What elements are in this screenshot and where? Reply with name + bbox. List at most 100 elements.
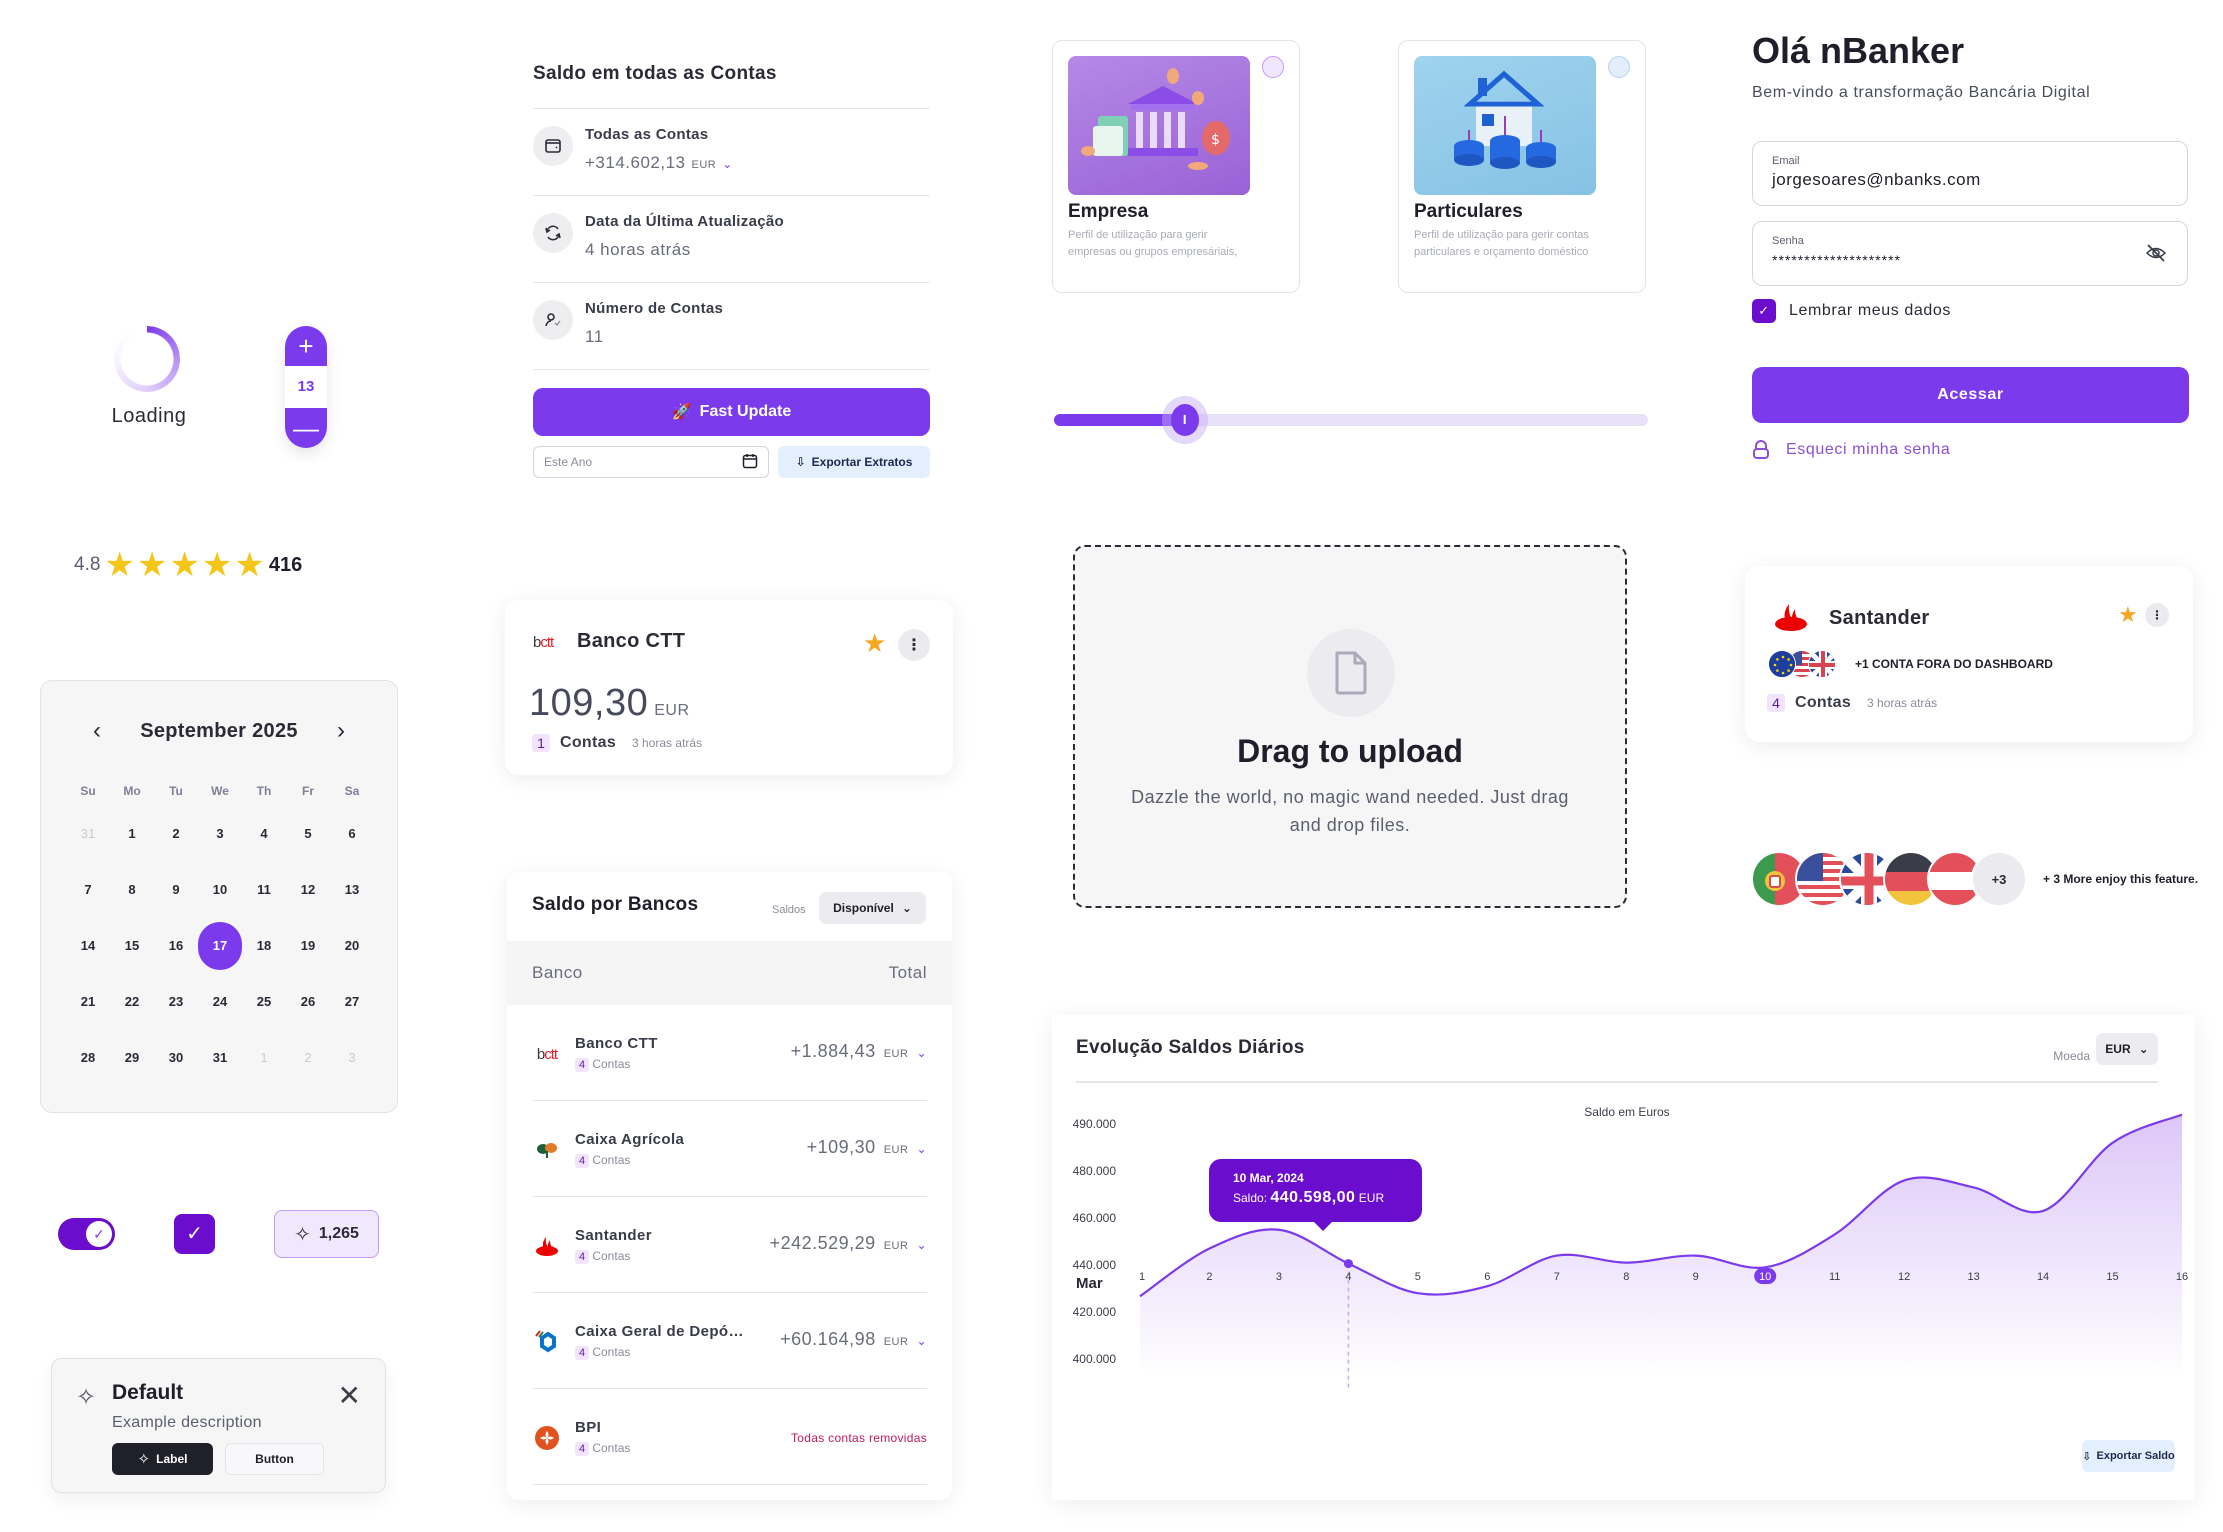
calendar-day[interactable]: 28 [66,1047,110,1103]
bank-name: Banco CTT [577,630,686,652]
day-number: 17 [198,922,242,970]
login-button[interactable]: Acessar [1752,367,2189,423]
calendar-day[interactable]: 3 [330,1047,374,1103]
secondary-button[interactable]: Button [225,1443,324,1475]
chevron-down-icon[interactable]: ⌄ [916,1046,927,1060]
profile-radio[interactable] [1262,56,1284,78]
bank-name: Santander [575,1227,652,1244]
currency: EUR [883,1048,909,1060]
quantity-stepper[interactable]: + 13 — [285,326,327,448]
export-statements-button[interactable]: ⇩ Exportar Extratos [778,446,930,478]
year-input[interactable]: Este Ano [533,446,769,478]
label-button[interactable]: ✧ Label [112,1443,213,1475]
x-tick-label: 14 [2037,1271,2049,1283]
remember-me-checkbox[interactable]: ✓ Lembrar meus dados [1752,299,1951,323]
increment-button[interactable]: + [285,326,327,366]
calendar-day[interactable]: 30 [154,1047,198,1103]
fast-update-button[interactable]: 🚀 Fast Update [533,388,930,436]
chevron-down-icon[interactable]: ⌄ [916,1334,927,1348]
x-tick-label: 16 [2176,1271,2188,1283]
tooltip-value: Saldo: 440.598,00 EUR [1233,1189,1422,1207]
accounts: 4 Contas [575,1153,630,1168]
day-number: 2 [172,826,180,841]
day-number: 1 [128,826,136,841]
year-placeholder: Este Ano [544,455,593,469]
summary-title: Saldo em todas as Contas [533,63,777,84]
accounts: 4 Contas [575,1441,630,1456]
eye-off-icon[interactable] [2145,242,2167,269]
chevron-down-icon[interactable]: ⌄ [722,157,733,171]
chevron-down-icon[interactable]: ⌄ [916,1238,927,1252]
export-balance-button[interactable]: ⇩ Exportar Saldo [2082,1440,2175,1472]
email-value[interactable]: jorgesoares@nbanks.com [1772,170,1981,190]
slider-thumb[interactable]: I [1161,396,1208,444]
forgot-password-link[interactable]: Esqueci minha senha [1752,440,1950,460]
balance-type-select[interactable]: Disponível ⌄ [819,892,926,924]
accounts-count: 4 [575,1250,589,1264]
day-number: 2 [304,1050,312,1065]
close-icon[interactable]: ✕ [338,1379,361,1412]
more-options-icon[interactable]: ⋮ [898,629,930,661]
profile-radio[interactable] [1608,56,1630,78]
range-slider[interactable]: I [1054,396,1648,444]
calendar-icon[interactable] [742,453,758,472]
accounts-count: 1 [532,734,550,752]
day-number: 20 [344,938,360,953]
more-options-icon[interactable]: ⋮ [2145,603,2169,627]
wallet-icon [533,126,573,166]
chevron-left-icon[interactable]: ‹ [85,717,109,745]
decrement-button[interactable]: — [285,408,327,448]
balance-summary: Saldo em todas as Contas Todas as Contas… [530,60,930,478]
star-icon[interactable]: ★ [2118,602,2138,628]
sparkle-count-button[interactable]: ✧ 1,265 [274,1210,379,1258]
table-row[interactable]: BPI 4 Contas Todas contas removidas [532,1389,927,1485]
chevron-right-icon[interactable]: › [329,717,353,745]
alert-description: Example description [112,1414,262,1431]
upload-dropzone[interactable]: Drag to upload Dazzle the world, no magi… [1073,545,1627,908]
password-field[interactable]: Senha ******************** [1752,221,2188,286]
day-number: 1 [260,1050,268,1065]
profile-card-particulares[interactable]: Particulares Perfil de utilização para g… [1398,40,1646,293]
toggle-switch[interactable]: ✓ [58,1218,115,1250]
checkbox[interactable]: ✓ [174,1214,215,1254]
password-value[interactable]: ******************** [1772,252,1901,268]
calendar-day[interactable]: 31 [198,1047,242,1103]
bank-meta: 1 Contas 3 horas atrás [532,734,702,752]
star-icon: ★ [169,546,200,584]
star-icon: ★ [234,546,265,584]
day-number: 26 [300,994,316,1009]
row-label: Data da Última Atualização [585,213,784,230]
password-label: Senha [1772,235,1804,247]
email-field[interactable]: Email jorgesoares@nbanks.com [1752,141,2188,206]
x-tick-label: 9 [1693,1271,1699,1283]
star-icon[interactable]: ★ [863,628,886,659]
table-row[interactable]: Caixa Geral de Depósitos 4 Contas +60.16… [532,1293,927,1389]
summary-row-account-count: Número de Contas 11 [533,283,930,370]
table-row[interactable]: Caixa Agrícola 4 Contas +109,30 EUR ⌄ [532,1101,927,1197]
profile-title: Empresa [1068,201,1149,222]
calendar-day[interactable]: 2 [286,1047,330,1103]
day-number: 23 [168,994,184,1009]
chevron-down-icon[interactable]: ⌄ [916,1142,927,1156]
bank-card-santander[interactable]: Santander ★ ⋮ +1 CONTA FORA DO DASHBOARD… [1745,566,2193,742]
bank-balance: 109,30 EUR [529,682,690,725]
santander-logo [1773,602,1809,637]
profile-title: Particulares [1414,201,1523,222]
check-icon[interactable]: ✓ [1752,299,1776,323]
profile-card-empresa[interactable]: $ Empresa Perfil de utilização para geri… [1052,40,1300,293]
currency: EUR [654,702,690,719]
table-row[interactable]: Santander 4 Contas +242.529,29 EUR ⌄ [532,1197,927,1293]
table-row[interactable]: b ctt Banco CTT 4 Contas +1.884,43 EUR ⌄ [532,1005,927,1101]
x-tick-label: 8 [1623,1271,1629,1283]
more-avatars-button[interactable]: +3 [1971,851,2027,907]
calendar-day[interactable]: 29 [110,1047,154,1103]
calendar-day[interactable]: 1 [242,1047,286,1103]
bank-name: BPI [575,1419,602,1436]
amount: 109,30 [529,682,649,724]
accounts-label: Contas [592,1345,631,1359]
count-label: 1,265 [318,1225,359,1242]
rocket-icon: 🚀 [671,404,692,421]
bank-card-banco-ctt[interactable]: bctt Banco CTT ★ ⋮ 109,30 EUR 1 Contas 3 … [505,600,953,775]
day-number: 10 [212,882,228,897]
currency: EUR [883,1240,909,1252]
